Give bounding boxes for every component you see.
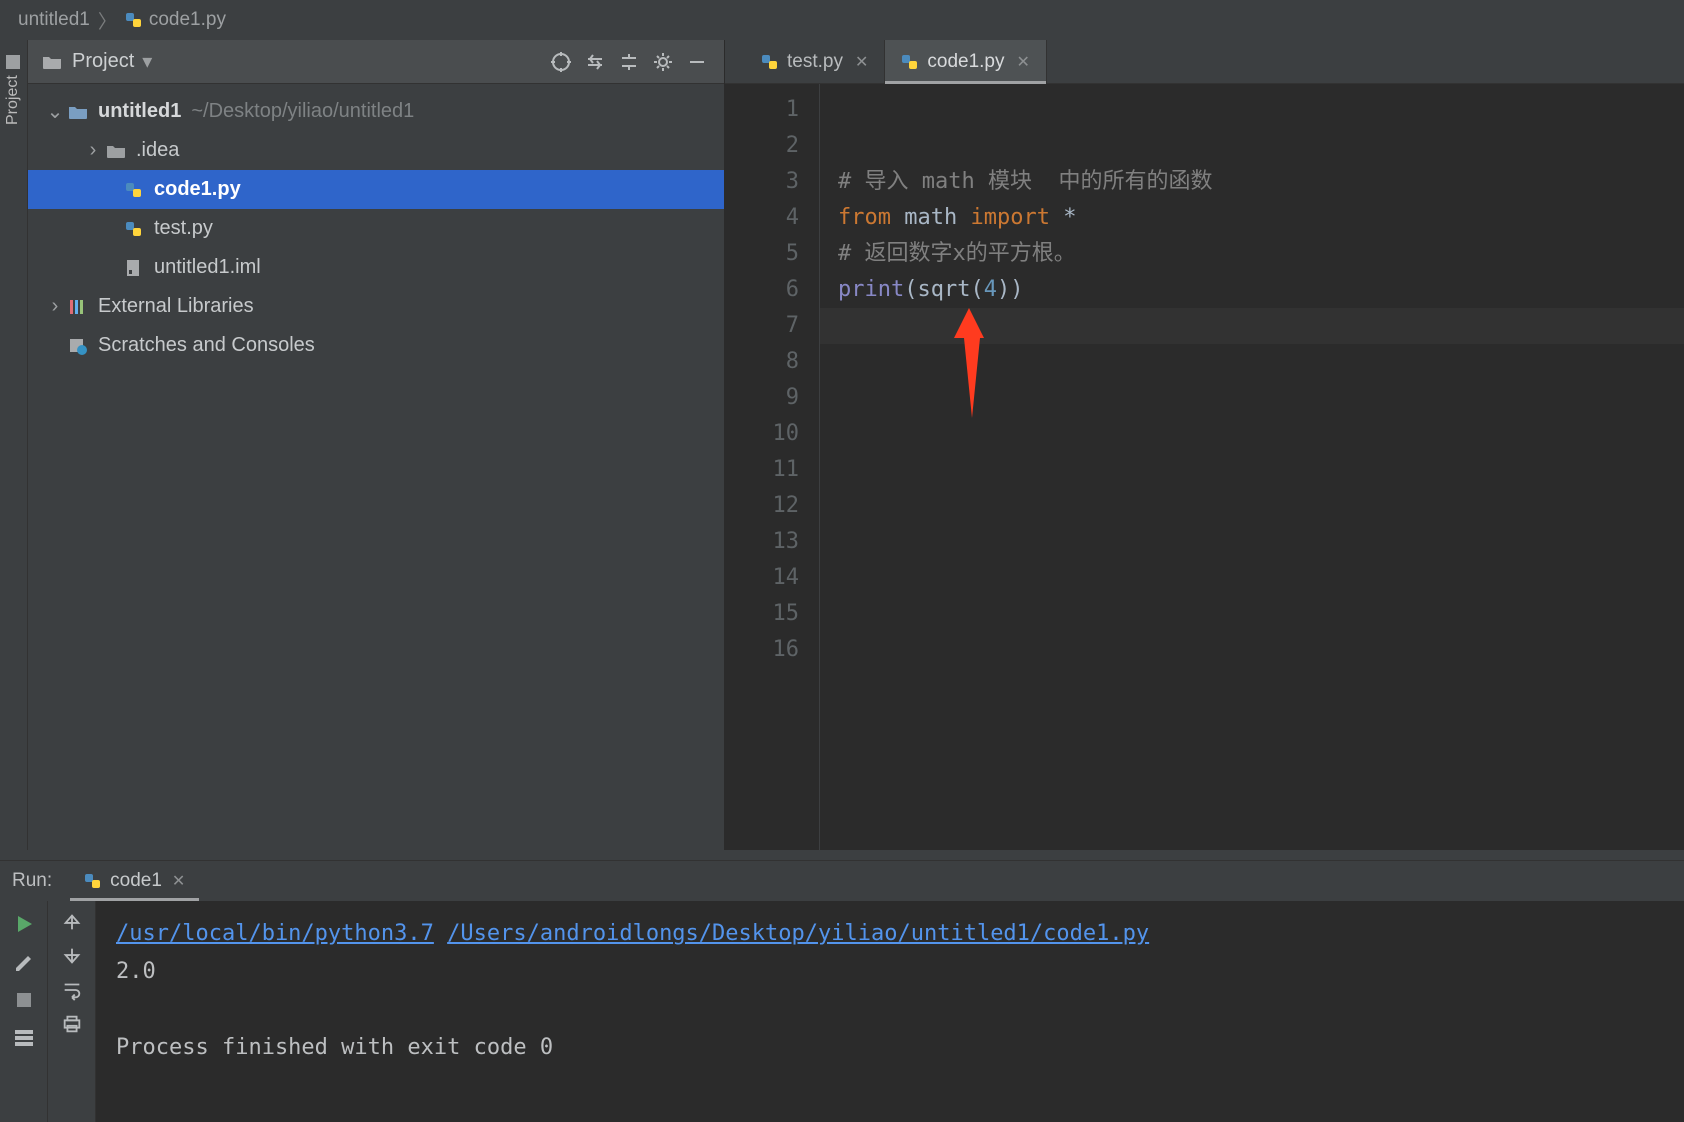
layout-button[interactable]	[11, 1025, 37, 1051]
expand-all-button[interactable]	[580, 47, 610, 77]
breadcrumb-file[interactable]: code1.py	[125, 9, 226, 31]
code-area[interactable]: # 导入 math 模块 中的所有的函数 from math import * …	[820, 84, 1684, 850]
close-icon[interactable]: ✕	[1017, 52, 1030, 72]
iml-file-icon	[122, 259, 146, 277]
scratches-icon	[66, 337, 90, 355]
folder-icon	[42, 54, 62, 70]
code-line: # 返回数字x的平方根。	[838, 236, 1684, 272]
tree-folder-idea[interactable]: › .idea	[28, 131, 724, 170]
chevron-right-icon[interactable]: ›	[46, 295, 64, 318]
run-pane: Run: code1 ✕ /usr/local/bin/python3.	[0, 860, 1684, 1122]
tree-file-iml[interactable]: untitled1.iml	[28, 248, 724, 287]
python-path-link[interactable]: /usr/local/bin/python3.7	[116, 921, 434, 946]
editor-pane: test.py ✕ code1.py ✕ 1 2 3 4 5 6 7	[725, 40, 1684, 850]
tree-file-test[interactable]: test.py	[28, 209, 724, 248]
breadcrumb: untitled1 〉 code1.py	[0, 0, 1684, 40]
tree-scratches[interactable]: Scratches and Consoles	[28, 326, 724, 365]
code-line	[838, 524, 1684, 560]
code-line	[838, 344, 1684, 380]
run-output: 2.0	[116, 953, 1664, 991]
editor-body[interactable]: 1 2 3 4 5 6 7 8 9 10 11 12 13 14 15 16	[725, 84, 1684, 850]
run-side-toolbar	[0, 901, 48, 1122]
run-label: Run:	[12, 870, 52, 892]
project-pane-header: Project ▾	[28, 40, 724, 84]
code-line	[838, 560, 1684, 596]
code-line-current	[820, 308, 1684, 344]
horizontal-divider[interactable]	[0, 850, 1684, 860]
settings-button[interactable]	[648, 47, 678, 77]
python-file-icon	[84, 872, 102, 890]
chevron-right-icon[interactable]: ›	[84, 139, 102, 162]
close-icon[interactable]: ✕	[172, 871, 185, 891]
collapse-all-button[interactable]	[614, 47, 644, 77]
print-button[interactable]	[61, 1013, 83, 1035]
rerun-button[interactable]	[11, 911, 37, 937]
run-blank	[116, 991, 1664, 1029]
run-console-toolbar	[48, 901, 96, 1122]
run-tab-code1[interactable]: code1 ✕	[70, 861, 199, 901]
chevron-down-icon[interactable]: ▾	[142, 49, 152, 74]
tree-root-name: untitled1	[98, 100, 181, 123]
code-line	[838, 128, 1684, 164]
chevron-down-icon[interactable]: ⌄	[46, 99, 64, 124]
tree-root[interactable]: ⌄ untitled1 ~/Desktop/yiliao/untitled1	[28, 92, 724, 131]
edit-config-button[interactable]	[11, 949, 37, 975]
python-file-icon	[122, 220, 146, 238]
project-tree[interactable]: ⌄ untitled1 ~/Desktop/yiliao/untitled1 ›…	[28, 84, 724, 850]
code-line	[838, 488, 1684, 524]
line-number-gutter: 1 2 3 4 5 6 7 8 9 10 11 12 13 14 15 16	[725, 84, 819, 850]
project-pane-title[interactable]: Project	[72, 50, 134, 73]
python-file-icon	[122, 181, 146, 199]
python-file-icon	[901, 53, 919, 71]
code-line: from math import *	[838, 200, 1684, 236]
hide-pane-button[interactable]	[682, 47, 712, 77]
project-pane: Project ▾ ⌄ untitled1 ~/Desktop/yiliao/u…	[28, 40, 725, 850]
code-line	[838, 596, 1684, 632]
code-line	[838, 632, 1684, 668]
tree-external-libraries[interactable]: › External Libraries	[28, 287, 724, 326]
folder-icon	[104, 143, 128, 159]
close-icon[interactable]: ✕	[855, 52, 868, 72]
soft-wrap-button[interactable]	[61, 979, 83, 1001]
code-line: print(sqrt(4))	[838, 272, 1684, 308]
python-file-icon	[125, 11, 143, 29]
breadcrumb-separator-icon: 〉	[98, 7, 117, 34]
run-command-line: /usr/local/bin/python3.7 /Users/androidl…	[116, 915, 1664, 953]
run-console[interactable]: /usr/local/bin/python3.7 /Users/androidl…	[96, 901, 1684, 1122]
project-folder-icon	[66, 104, 90, 120]
project-square-icon	[6, 55, 20, 69]
code-line: # 导入 math 模块 中的所有的函数	[838, 164, 1684, 200]
editor-tab-code1[interactable]: code1.py ✕	[885, 40, 1047, 83]
code-line	[838, 452, 1684, 488]
tree-file-code1[interactable]: code1.py	[28, 170, 724, 209]
stop-button[interactable]	[11, 987, 37, 1013]
python-file-icon	[761, 53, 779, 71]
project-tool-tab[interactable]: Project	[4, 55, 22, 125]
code-line	[838, 92, 1684, 128]
editor-tabs: test.py ✕ code1.py ✕	[725, 40, 1684, 84]
run-exit-line: Process finished with exit code 0	[116, 1029, 1664, 1067]
breadcrumb-project[interactable]: untitled1	[18, 9, 90, 31]
script-path-link[interactable]: /Users/androidlongs/Desktop/yiliao/untit…	[447, 921, 1149, 946]
code-line	[838, 416, 1684, 452]
run-tabs-bar: Run: code1 ✕	[0, 861, 1684, 901]
editor-tab-test[interactable]: test.py ✕	[745, 40, 885, 83]
scroll-up-button[interactable]	[61, 911, 83, 933]
left-gutter: Project	[0, 40, 28, 850]
tree-root-path: ~/Desktop/yiliao/untitled1	[191, 100, 414, 123]
libraries-icon	[66, 298, 90, 316]
code-line	[838, 380, 1684, 416]
scroll-down-button[interactable]	[61, 945, 83, 967]
locate-button[interactable]	[546, 47, 576, 77]
